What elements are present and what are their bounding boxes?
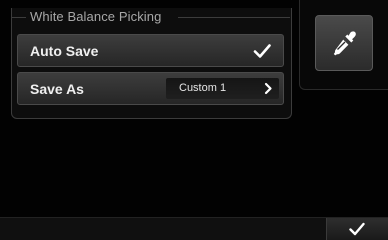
save-as-row[interactable]: Save As Custom 1 [17, 72, 284, 105]
confirm-button[interactable] [326, 218, 388, 240]
save-as-label: Save As [30, 81, 84, 97]
auto-save-label: Auto Save [30, 43, 99, 59]
auto-save-row[interactable]: Auto Save [17, 34, 284, 67]
group-title: White Balance Picking [30, 9, 162, 24]
chevron-right-icon [264, 82, 272, 95]
save-as-value: Custom 1 [179, 82, 227, 94]
save-as-selector[interactable]: Custom 1 [166, 78, 279, 99]
screen: White Balance Picking Auto Save Save As … [0, 0, 388, 240]
eyedropper-icon [333, 31, 356, 56]
group-border-left [11, 17, 26, 18]
check-icon [253, 44, 271, 58]
group-border-right [178, 17, 290, 18]
eyedropper-button[interactable] [315, 15, 373, 71]
check-icon [349, 222, 365, 236]
